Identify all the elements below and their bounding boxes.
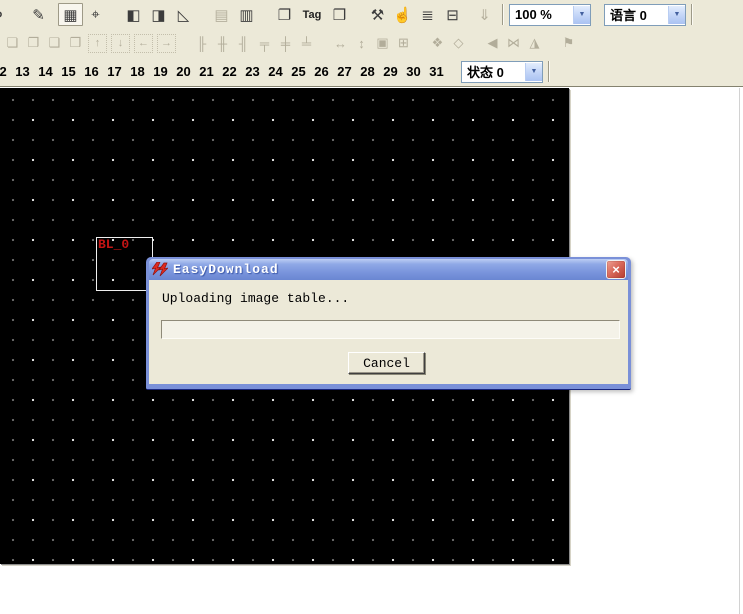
chevron-down-icon[interactable]: ▼	[573, 6, 590, 24]
main-toolbar: ∞ ✎ ▦ ⌖ ◧ ◨ ◺ ▤ ▥ ❐ Tag ❒ ⚒ ☝ ≣ ⊟ ⇓ 100 …	[0, 0, 743, 29]
stacked-windows-icon[interactable]: ▥	[234, 3, 259, 26]
macro-properties-icon[interactable]: ❒	[327, 3, 352, 26]
same-size-icon[interactable]: ▣	[372, 33, 393, 54]
state-number[interactable]: 21	[195, 64, 218, 79]
state-number[interactable]: 27	[333, 64, 356, 79]
language-select[interactable]: 语言 0 ▼	[604, 4, 686, 26]
state-number[interactable]: 13	[11, 64, 34, 79]
state-number[interactable]: 24	[264, 64, 287, 79]
dialog-body: Uploading image table... Cancel	[149, 280, 628, 384]
dialog-title: EasyDownload	[170, 262, 606, 277]
state-select[interactable]: 状态 0 ▼	[461, 61, 543, 83]
same-height-icon[interactable]: ↕	[351, 33, 372, 54]
flip-horizontal-icon[interactable]: ⋈	[503, 33, 524, 54]
state-toolbar: 12 13 14 15 16 17 18 19 20 21 22 23 24 2…	[0, 57, 743, 86]
toolbar-separator	[502, 4, 504, 25]
state-number[interactable]: 14	[34, 64, 57, 79]
ruler-setsquare-icon[interactable]: ◺	[171, 3, 196, 26]
bring-forward-icon[interactable]: ❑	[44, 33, 65, 54]
state-number[interactable]: 20	[172, 64, 195, 79]
toolbar-area: ∞ ✎ ▦ ⌖ ◧ ◨ ◺ ▤ ▥ ❐ Tag ❒ ⚒ ☝ ≣ ⊟ ⇓ 100 …	[0, 0, 743, 87]
tag-library-icon[interactable]: Tag	[297, 3, 327, 26]
align-middle-icon[interactable]: ╪	[275, 33, 296, 54]
state-number[interactable]: 26	[310, 64, 333, 79]
nudge-down-icon[interactable]: ↓	[111, 34, 130, 53]
nudge-up-icon[interactable]: ↑	[88, 34, 107, 53]
state-number[interactable]: 23	[241, 64, 264, 79]
flip-diagonal-icon[interactable]: ◮	[524, 33, 545, 54]
window-edge	[739, 88, 740, 614]
layers-icon[interactable]: ▤	[209, 3, 234, 26]
state-number[interactable]: 18	[126, 64, 149, 79]
status-message: Uploading image table...	[162, 291, 349, 306]
state-number[interactable]: 28	[356, 64, 379, 79]
bring-to-front-icon[interactable]: ❏	[2, 33, 23, 54]
chevron-down-icon[interactable]: ▼	[668, 6, 685, 24]
rotate-left-icon[interactable]: ◀	[482, 33, 503, 54]
snap-crosshair-icon[interactable]: ⌖	[83, 3, 108, 26]
toolbar-separator	[691, 4, 693, 25]
ungroup-icon[interactable]: ◇	[448, 33, 469, 54]
state-number[interactable]: 15	[57, 64, 80, 79]
send-to-back-icon[interactable]: ❐	[23, 33, 44, 54]
state-number[interactable]: 16	[80, 64, 103, 79]
window-panel-right-icon[interactable]: ◨	[146, 3, 171, 26]
resize-to-grid-icon[interactable]: ⊞	[393, 33, 414, 54]
grid-toggle-icon[interactable]: ▦	[58, 3, 83, 26]
zoom-select[interactable]: 100 % ▼	[509, 4, 591, 26]
cancel-button[interactable]: Cancel	[348, 352, 425, 374]
state-number[interactable]: 30	[402, 64, 425, 79]
simulate-hand-icon[interactable]: ☝	[390, 3, 415, 26]
window-panel-left-icon[interactable]: ◧	[121, 3, 146, 26]
print-copy-icon[interactable]: ⊟	[440, 3, 465, 26]
state-number[interactable]: 29	[379, 64, 402, 79]
send-backward-icon[interactable]: ❒	[65, 33, 86, 54]
pencil-draw-icon[interactable]: ✎	[26, 3, 51, 26]
state-number[interactable]: 19	[149, 64, 172, 79]
sort-list-icon[interactable]: ≣	[415, 3, 440, 26]
state-select-value: 状态 0	[462, 62, 525, 81]
group-icon[interactable]: ❖	[427, 33, 448, 54]
find-binoculars-glyph: ∞	[0, 6, 2, 24]
state-number[interactable]: 12	[0, 64, 11, 79]
lightning-bolt-icon	[152, 262, 170, 278]
state-number[interactable]: 31	[425, 64, 448, 79]
dialog-titlebar[interactable]: EasyDownload ×	[149, 259, 628, 280]
close-button[interactable]: ×	[606, 260, 626, 279]
align-center-vertical-icon[interactable]: ╫	[212, 33, 233, 54]
easydownload-dialog: EasyDownload × Uploading image table... …	[146, 257, 631, 390]
nudge-left-icon[interactable]: ←	[134, 34, 153, 53]
state-number-strip: 12 13 14 15 16 17 18 19 20 21 22 23 24 2…	[0, 64, 448, 79]
state-number[interactable]: 25	[287, 64, 310, 79]
state-number[interactable]: 22	[218, 64, 241, 79]
find-binoculars-icon[interactable]: ∞	[0, 3, 13, 26]
nudge-right-icon[interactable]: →	[157, 34, 176, 53]
state-number[interactable]: 17	[103, 64, 126, 79]
align-right-icon[interactable]: ╢	[233, 33, 254, 54]
picture-library-icon[interactable]: ❐	[272, 3, 297, 26]
chevron-down-icon[interactable]: ▼	[525, 63, 542, 81]
same-width-icon[interactable]: ↔	[330, 33, 351, 54]
pin-icon[interactable]: ⚑	[558, 33, 579, 54]
toolbar-separator	[548, 61, 550, 82]
zoom-select-value: 100 %	[510, 7, 573, 22]
align-top-icon[interactable]: ╤	[254, 33, 275, 54]
align-left-icon[interactable]: ╟	[191, 33, 212, 54]
arrange-toolbar: ❏ ❐ ❑ ❒ ↑ ↓ ← → ╟ ╫ ╢ ╤ ╪ ╧ ↔ ↕ ▣ ⊞ ❖ ◇ …	[0, 29, 743, 57]
compile-hammer-icon[interactable]: ⚒	[365, 3, 390, 26]
language-select-value: 语言 0	[605, 5, 668, 24]
download-icon[interactable]: ⇓	[472, 3, 497, 26]
progress-bar	[161, 320, 620, 339]
bit-lamp-object[interactable]: BL_0	[96, 237, 153, 291]
align-bottom-icon[interactable]: ╧	[296, 33, 317, 54]
object-label: BL_0	[98, 237, 129, 252]
close-icon: ×	[612, 263, 620, 276]
easybuilder-app: ∞ ✎ ▦ ⌖ ◧ ◨ ◺ ▤ ▥ ❐ Tag ❒ ⚒ ☝ ≣ ⊟ ⇓ 100 …	[0, 0, 743, 614]
